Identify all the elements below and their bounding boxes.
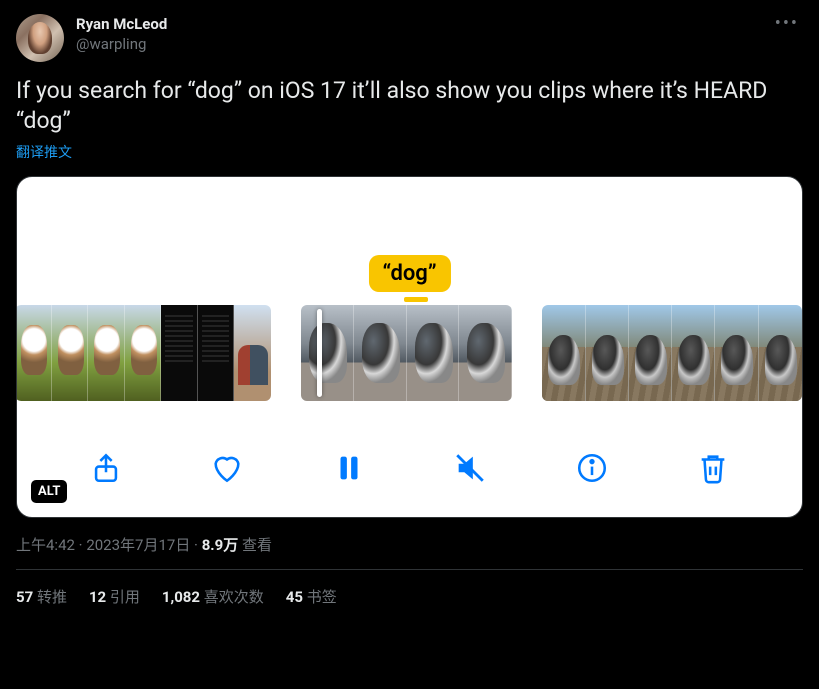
thumbnail-frame: [542, 305, 585, 401]
alt-badge[interactable]: ALT: [31, 480, 67, 503]
retweets-stat[interactable]: 57 转推: [16, 586, 67, 607]
caption-bubble: “dog”: [368, 255, 450, 292]
translate-link[interactable]: 翻译推文: [16, 142, 803, 162]
handle: @warpling: [76, 34, 771, 54]
thumbnail-frame: [407, 305, 460, 401]
more-button[interactable]: •••: [771, 14, 803, 34]
tweet-text: If you search for “dog” on iOS 17 it’ll …: [16, 76, 803, 136]
clip-1: [16, 305, 271, 401]
tweet-meta: 上午4:42 · 2023年7月17日 · 8.9万 查看: [16, 534, 803, 555]
thumbnail-frame: [629, 305, 672, 401]
likes-stat[interactable]: 1,082 喜欢次数: [162, 586, 264, 607]
media-attachment[interactable]: “dog”: [16, 176, 803, 518]
tweet-container: Ryan McLeod @warpling ••• If you search …: [0, 0, 819, 607]
display-name: Ryan McLeod: [76, 14, 771, 34]
bookmarks-stat[interactable]: 45 书签: [286, 586, 337, 607]
scrubber-handle[interactable]: [317, 309, 322, 397]
info-icon[interactable]: [575, 451, 609, 485]
thumbnail-frame: [234, 305, 271, 401]
video-timeline: [17, 305, 802, 401]
heart-icon[interactable]: [210, 451, 244, 485]
thumbnail-frame: [301, 305, 354, 401]
mute-icon[interactable]: [453, 451, 487, 485]
author-names[interactable]: Ryan McLeod @warpling: [76, 14, 771, 54]
thumbnail-frame: [715, 305, 758, 401]
clip-2: [301, 305, 513, 401]
views-label: 查看: [238, 536, 272, 554]
thumbnail-frame: [759, 305, 802, 401]
thumbnail-frame: [459, 305, 512, 401]
tweet-time[interactable]: 上午4:42: [16, 536, 75, 554]
thumbnail-frame: [586, 305, 629, 401]
thumbnail-frame: [52, 305, 89, 401]
thumbnail-frame: [354, 305, 407, 401]
views-count: 8.9万: [202, 536, 239, 554]
tweet-header: Ryan McLeod @warpling •••: [16, 14, 803, 62]
thumbnail-frame: [672, 305, 715, 401]
media-toolbar: [17, 441, 802, 495]
playhead-marker: [404, 297, 428, 302]
tweet-date[interactable]: 2023年7月17日: [86, 536, 190, 554]
thumbnail-frame: [16, 305, 52, 401]
clip-3: [542, 305, 802, 401]
quotes-stat[interactable]: 12 引用: [89, 586, 140, 607]
avatar[interactable]: [16, 14, 64, 62]
share-icon[interactable]: [89, 451, 123, 485]
thumbnail-frame: [161, 305, 198, 401]
thumbnail-frame: [198, 305, 235, 401]
tweet-stats: 57 转推 12 引用 1,082 喜欢次数 45 书签: [16, 570, 803, 607]
thumbnail-frame: [88, 305, 125, 401]
thumbnail-frame: [125, 305, 162, 401]
trash-icon[interactable]: [696, 451, 730, 485]
pause-icon[interactable]: [332, 451, 366, 485]
